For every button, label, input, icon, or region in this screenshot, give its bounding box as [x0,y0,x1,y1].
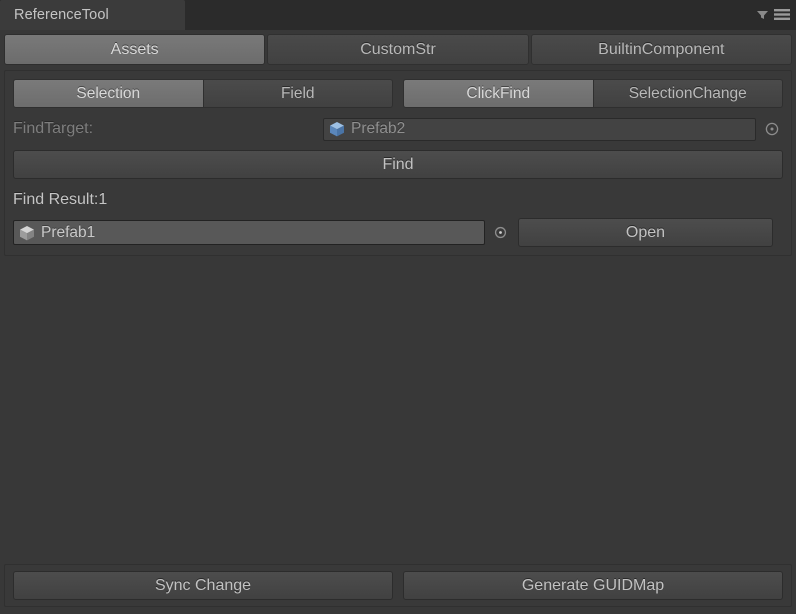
mode-button-row: Selection Field ClickFind SelectionChang… [13,79,783,108]
find-target-object-picker-icon[interactable] [762,120,781,139]
open-button[interactable]: Open [518,218,773,247]
sync-change-label: Sync Change [154,576,252,594]
sync-change-button[interactable]: Sync Change [13,571,393,600]
result-object-name: Prefab1 [41,223,96,241]
assets-content-panel: Selection Field ClickFind SelectionChang… [4,70,792,256]
find-button[interactable]: Find [13,150,783,179]
tab-assets[interactable]: Assets [4,34,266,65]
window-tabstrip: ReferenceTool [0,0,796,30]
tab-customstr-label: CustomStr [360,40,436,58]
mode-button-selectionchange-label: SelectionChange [628,84,747,102]
find-target-object-field[interactable]: Prefab2 [323,117,756,141]
tab-customstr[interactable]: CustomStr [267,34,529,65]
find-button-label: Find [382,155,414,173]
tab-builtincomponent-label: BuiltinComponent [598,40,725,58]
find-target-row: FindTarget: Prefab2 [13,117,783,141]
hamburger-menu-icon[interactable] [774,8,790,21]
prefab-cube-icon [18,224,36,242]
find-result-summary: Find Result:1 [13,191,108,208]
find-target-object-name: Prefab2 [351,120,406,137]
tab-assets-label: Assets [110,40,159,58]
generate-guidmap-button[interactable]: Generate GUIDMap [403,571,783,600]
generate-guidmap-label: Generate GUIDMap [521,576,665,594]
bottom-action-bar: Sync Change Generate GUIDMap [4,564,792,607]
mode-button-selectionchange[interactable]: SelectionChange [593,79,783,108]
mode-button-clickfind-label: ClickFind [466,84,531,102]
mode-group-trigger: ClickFind SelectionChange [403,79,783,108]
mode-button-field-label: Field [280,84,315,102]
mode-button-selection-label: Selection [76,84,141,102]
open-button-label: Open [625,223,666,241]
mode-button-clickfind[interactable]: ClickFind [403,79,594,108]
mode-group-find-source: Selection Field [13,79,393,108]
prefab-variant-cube-icon [328,120,346,138]
tab-builtincomponent[interactable]: BuiltinComponent [530,34,792,65]
mode-button-selection[interactable]: Selection [13,79,204,108]
top-tab-bar: Assets CustomStr BuiltinComponent [0,30,796,68]
result-object-picker-icon[interactable] [491,223,510,242]
find-target-label: FindTarget: [13,120,94,137]
result-row: Prefab1 Open [13,218,783,247]
mode-button-field[interactable]: Field [203,79,393,108]
window-tab-label: ReferenceTool [14,7,109,23]
result-object-field[interactable]: Prefab1 [13,220,485,245]
window-tools [756,8,790,21]
window-tab-referencetool[interactable]: ReferenceTool [0,0,185,30]
filter-icon[interactable] [756,8,769,21]
